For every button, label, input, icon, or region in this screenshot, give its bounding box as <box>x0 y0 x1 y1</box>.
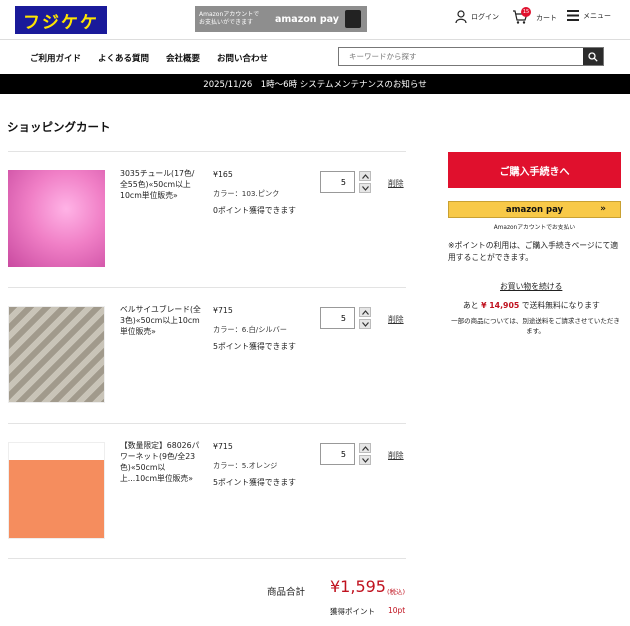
delete-link[interactable]: 削除 <box>388 314 404 325</box>
amazon-pay-banner[interactable]: Amazonアカウントで お支払いができます amazon pay <box>195 6 367 32</box>
header-divider <box>0 39 630 40</box>
product-points: 5ポイント獲得できます <box>213 478 296 487</box>
quantity-input[interactable] <box>320 443 355 465</box>
user-icon <box>455 10 467 23</box>
quantity-up-button[interactable] <box>359 443 371 453</box>
main-nav: ご利用ガイド よくある質問 会社概要 お問い合わせ <box>30 52 268 64</box>
product-thumbnail[interactable] <box>8 442 105 539</box>
nav-item-contact[interactable]: お問い合わせ <box>217 52 268 64</box>
cart-link[interactable]: 15 カート <box>512 7 557 26</box>
login-link[interactable]: ログイン <box>455 10 499 23</box>
product-thumbnail[interactable] <box>8 170 105 267</box>
product-name-link[interactable]: 【数量限定】68026パワーネット(9色/全23色)«50cm以上...10cm… <box>120 440 202 484</box>
amazon-banner-text: Amazonアカウントで お支払いができます <box>199 11 260 26</box>
product-price: ¥165 <box>213 170 233 179</box>
chevron-up-icon <box>361 173 369 179</box>
subtotal-label: 商品合計 <box>267 587 306 598</box>
product-points: 0ポイント獲得できます <box>213 206 296 215</box>
search-input[interactable] <box>339 48 583 65</box>
product-color: カラー：5.オレンジ <box>213 461 278 470</box>
quantity-input[interactable] <box>320 171 355 193</box>
cart-item: 3035チュール(17色/全55色)«50cm以上10cm単位販売» ¥165 … <box>0 152 410 282</box>
search-bar <box>338 47 604 66</box>
nav-item-company[interactable]: 会社概要 <box>166 52 200 64</box>
cart-item: ベルサイユブレード(全3色)«50cm以上10cm単位販売» ¥715 カラー：… <box>0 288 410 418</box>
tax-label: (税込) <box>387 588 406 596</box>
shirt-icon <box>344 10 361 28</box>
amazon-pay-label: amazon pay <box>505 204 564 215</box>
chevron-down-icon <box>361 321 369 327</box>
continue-shopping-link[interactable]: お買い物を続ける <box>500 281 562 292</box>
site-logo[interactable]: フジケケ <box>15 6 107 34</box>
quantity-input[interactable] <box>320 307 355 329</box>
search-icon <box>588 51 598 62</box>
quantity-up-button[interactable] <box>359 171 371 181</box>
shipping-note: 一部の商品については、別途送料をご請求させていただきます。 <box>451 317 620 335</box>
search-button[interactable] <box>583 48 603 65</box>
quantity-up-button[interactable] <box>359 307 371 317</box>
login-label: ログイン <box>471 12 499 21</box>
free-shipping-amount: ¥ 14,905 <box>481 301 520 310</box>
hamburger-icon <box>567 10 579 21</box>
product-name-link[interactable]: ベルサイユブレード(全3色)«50cm以上10cm単位販売» <box>120 304 202 337</box>
checkout-button[interactable]: ご購入手続きへ <box>448 152 621 188</box>
delete-link[interactable]: 削除 <box>388 450 404 461</box>
product-color: カラー：103.ピンク <box>213 189 280 198</box>
double-chevron-icon: » <box>600 204 606 214</box>
quantity-down-button[interactable] <box>359 455 371 465</box>
product-color: カラー：6.白/シルバー <box>213 325 287 334</box>
quantity-down-button[interactable] <box>359 319 371 329</box>
row-divider <box>8 558 406 559</box>
chevron-down-icon <box>361 185 369 191</box>
nav-item-guide[interactable]: ご利用ガイド <box>30 52 81 64</box>
chevron-up-icon <box>361 445 369 451</box>
product-points: 5ポイント獲得できます <box>213 342 296 351</box>
menu-button[interactable]: メニュー <box>567 10 611 21</box>
nav-item-faq[interactable]: よくある質問 <box>98 52 149 64</box>
points-usage-note: ※ポイントの利用は、ご購入手続きページにて適用することができます。 <box>448 241 619 262</box>
menu-label: メニュー <box>583 11 611 20</box>
maintenance-notice[interactable]: 2025/11/26 1時〜6時 システムメンテナンスのお知らせ <box>0 74 630 94</box>
quantity-down-button[interactable] <box>359 183 371 193</box>
free-shipping-notice: あと ¥ 14,905 で送料無料になります <box>463 301 600 310</box>
cart-item: 【数量限定】68026パワーネット(9色/全23色)«50cm以上...10cm… <box>0 424 410 554</box>
product-name-link[interactable]: 3035チュール(17色/全55色)«50cm以上10cm単位販売» <box>120 168 202 201</box>
subtotal-value: ¥1,595 <box>330 577 386 596</box>
cart-count-badge: 15 <box>521 7 531 17</box>
chevron-down-icon <box>361 457 369 463</box>
amazon-pay-caption: Amazonアカウントでお支払い <box>493 225 576 231</box>
cart-label: カート <box>536 14 557 22</box>
maintenance-text: 2025/11/26 1時〜6時 システムメンテナンスのお知らせ <box>203 80 427 90</box>
amazon-pay-button[interactable]: amazon pay » <box>448 201 621 218</box>
product-thumbnail[interactable] <box>8 306 105 403</box>
product-price: ¥715 <box>213 442 233 451</box>
earned-points-label: 獲得ポイント <box>330 607 375 616</box>
page-title: ショッピングカート <box>7 120 111 134</box>
chevron-up-icon <box>361 309 369 315</box>
delete-link[interactable]: 削除 <box>388 178 404 189</box>
product-price: ¥715 <box>213 306 233 315</box>
amazon-pay-logo: amazon pay <box>275 13 339 25</box>
earned-points-value: 10pt <box>388 606 406 615</box>
